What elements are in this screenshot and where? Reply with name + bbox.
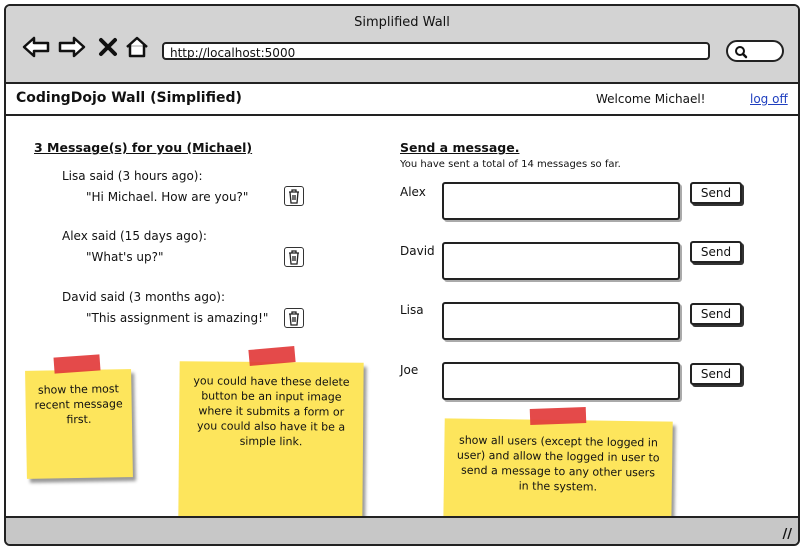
message-sender: Alex said (15 days ago): xyxy=(62,229,207,243)
arrow-right-icon[interactable] xyxy=(58,36,86,58)
delete-message-button[interactable] xyxy=(284,247,304,267)
message-textarea[interactable] xyxy=(442,302,680,340)
sticky-note: show the most recent message first. xyxy=(25,369,133,479)
recipient-label: Lisa xyxy=(400,303,424,317)
message-textarea[interactable] xyxy=(442,242,680,280)
inbox-heading: 3 Message(s) for you (Michael) xyxy=(34,140,253,155)
trash-icon xyxy=(289,250,299,265)
tape xyxy=(529,407,587,425)
message-text: "This assignment is amazing!" xyxy=(86,311,269,325)
message-textarea[interactable] xyxy=(442,182,680,220)
address-bar[interactable]: http://localhost:5000 xyxy=(162,42,710,60)
message-text: "What's up?" xyxy=(86,250,164,264)
app-title: CodingDojo Wall (Simplified) xyxy=(16,90,242,106)
send-button[interactable]: Send xyxy=(690,363,742,385)
home-icon[interactable] xyxy=(124,36,150,58)
sticky-note-text: show the most recent message first. xyxy=(34,382,123,427)
resize-grip-icon[interactable]: // xyxy=(783,527,793,542)
message-textarea[interactable] xyxy=(442,362,680,400)
delete-message-button[interactable] xyxy=(284,186,304,206)
status-bar: // xyxy=(6,516,798,544)
window-title: Simplified Wall xyxy=(354,15,450,30)
tape xyxy=(53,354,101,374)
recipient-label: Joe xyxy=(400,363,419,377)
send-button[interactable]: Send xyxy=(690,241,742,263)
sticky-note-text: show all users (except the logged in use… xyxy=(456,433,660,494)
browser-chrome: Simplified Wall http://localhost:5000 xyxy=(6,6,798,84)
arrow-left-icon[interactable] xyxy=(22,36,50,58)
sent-count-text: You have sent a total of 14 messages so … xyxy=(400,159,621,170)
recipient-label: Alex xyxy=(400,185,426,199)
recipient-label: David xyxy=(400,244,435,258)
send-button[interactable]: Send xyxy=(690,182,742,204)
trash-icon xyxy=(289,311,299,326)
search-icon xyxy=(735,46,748,59)
message-sender: Lisa said (3 hours ago): xyxy=(62,169,203,183)
app-header: CodingDojo Wall (Simplified) Welcome Mic… xyxy=(6,84,798,116)
delete-message-button[interactable] xyxy=(284,308,304,328)
sticky-note: show all users (except the logged in use… xyxy=(443,418,673,530)
browser-window: Simplified Wall http://localhost:5000 Co… xyxy=(4,4,800,546)
close-x-icon[interactable] xyxy=(98,36,118,58)
message-sender: David said (3 months ago): xyxy=(62,290,226,304)
send-heading: Send a message. xyxy=(400,140,520,155)
sticky-note-text: you could have these delete button be an… xyxy=(193,374,350,449)
log-off-link[interactable]: log off xyxy=(750,92,788,106)
message-text: "Hi Michael. How are you?" xyxy=(86,190,249,204)
search-box[interactable] xyxy=(726,40,784,62)
trash-icon xyxy=(289,189,299,204)
send-button[interactable]: Send xyxy=(690,303,742,325)
sticky-note: you could have these delete button be an… xyxy=(178,361,364,519)
welcome-text: Welcome Michael! xyxy=(596,92,706,106)
